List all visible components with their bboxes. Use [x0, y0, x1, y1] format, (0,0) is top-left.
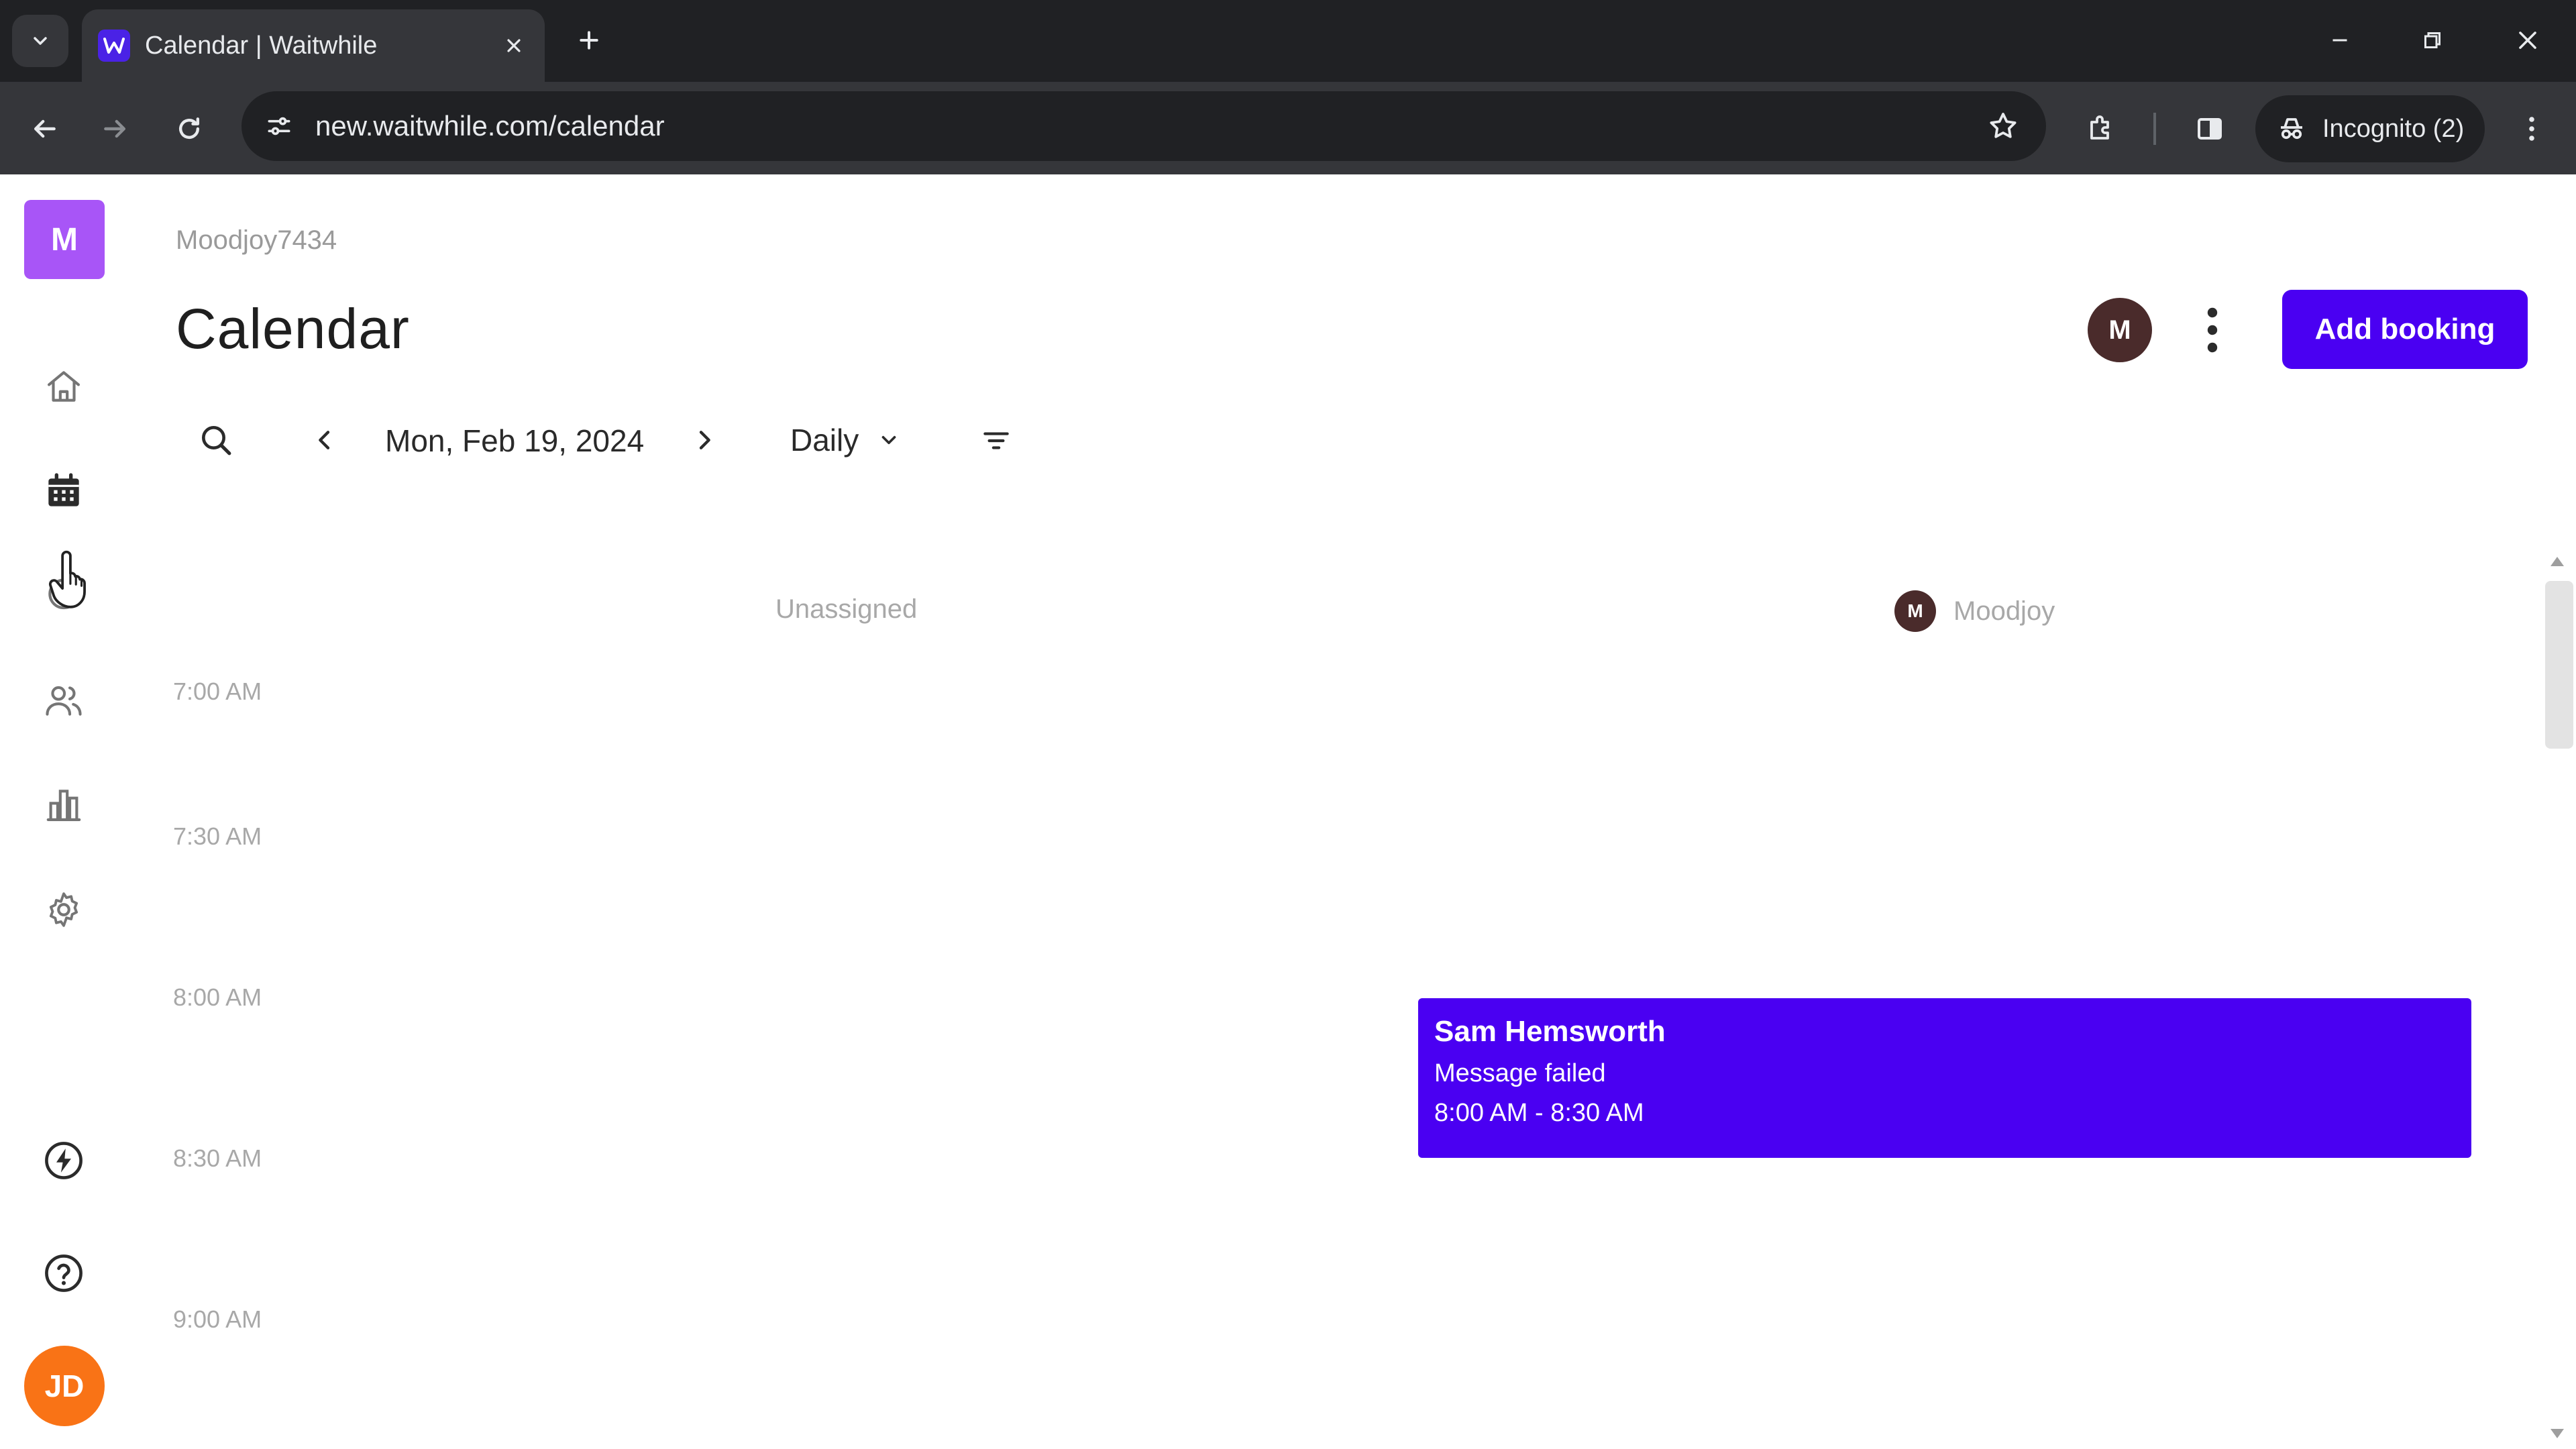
- previous-day-button[interactable]: [306, 419, 343, 462]
- star-icon: [1990, 113, 2017, 138]
- close-icon: [507, 39, 521, 52]
- close-icon: [2519, 32, 2536, 49]
- new-tab-button[interactable]: [568, 19, 610, 62]
- chevron-right-icon: [699, 431, 710, 449]
- time-label: 8:00 AM: [173, 983, 262, 1011]
- chevron-down-icon: [34, 37, 47, 45]
- incognito-icon: [2281, 118, 2302, 140]
- home-icon: [47, 371, 80, 402]
- tab-close-button[interactable]: [496, 28, 531, 63]
- more-options-button[interactable]: [2194, 298, 2231, 362]
- restore-button[interactable]: [2392, 12, 2473, 68]
- url-text: new.waitwhile.com/calendar: [315, 110, 665, 142]
- side-panel-icon: [2198, 118, 2222, 140]
- sidebar-item-home[interactable]: [32, 354, 96, 419]
- current-date[interactable]: Mon, Feb 19, 2024: [385, 421, 644, 460]
- hand-cursor-icon: [48, 550, 86, 608]
- extensions-button[interactable]: [2076, 103, 2127, 154]
- next-day-button[interactable]: [686, 419, 723, 462]
- app-sidebar: M JD: [0, 174, 127, 1449]
- column-header-moodjoy: M Moodjoy: [1894, 590, 2055, 632]
- time-label: 8:30 AM: [173, 1144, 262, 1172]
- sidebar-item-whats-new[interactable]: [32, 1128, 96, 1193]
- booking-card[interactable]: Sam Hemsworth Message failed 8:00 AM - 8…: [1418, 998, 2471, 1158]
- more-vertical-icon: [2529, 117, 2534, 141]
- more-vertical-icon: [2207, 307, 2218, 353]
- tab-title: Calendar | Waitwhile: [145, 32, 378, 60]
- site-info-button[interactable]: [256, 103, 302, 149]
- resource-avatar: M: [1894, 590, 1936, 632]
- page-title: Calendar: [176, 297, 410, 360]
- search-icon: [202, 426, 231, 455]
- chevron-down-icon: [881, 435, 896, 445]
- close-window-button[interactable]: [2487, 12, 2568, 68]
- help-icon: [45, 1254, 83, 1292]
- scroll-up-arrow[interactable]: [2551, 557, 2564, 566]
- column-header-unassigned: Unassigned: [775, 594, 918, 624]
- arrow-left-icon: [34, 119, 56, 138]
- back-button[interactable]: [19, 103, 70, 154]
- incognito-label: Incognito (2): [2322, 114, 2465, 143]
- time-label: 9:00 AM: [173, 1305, 262, 1333]
- org-switcher[interactable]: M: [24, 200, 105, 279]
- browser-tab-bar: Calendar | Waitwhile: [0, 0, 2576, 82]
- search-button[interactable]: [192, 416, 240, 464]
- restore-icon: [2424, 32, 2440, 48]
- sidebar-item-help[interactable]: [32, 1241, 96, 1305]
- time-label: 7:00 AM: [173, 678, 262, 705]
- booking-status: Message failed: [1434, 1059, 1606, 1087]
- minimize-button[interactable]: [2300, 12, 2380, 68]
- browser-menu-button[interactable]: [2506, 103, 2557, 154]
- time-label: 7:30 AM: [173, 822, 262, 850]
- toolbar-separator: [2153, 113, 2156, 145]
- reload-icon: [178, 117, 200, 140]
- tab-search-button[interactable]: [12, 15, 68, 67]
- bolt-icon: [45, 1142, 83, 1179]
- reload-button[interactable]: [164, 103, 215, 154]
- filter-button[interactable]: [974, 419, 1018, 463]
- filter-icon: [983, 432, 1009, 449]
- org-name: Moodjoy7434: [176, 225, 337, 255]
- add-booking-button[interactable]: Add booking: [2282, 290, 2528, 369]
- view-mode-select[interactable]: Daily: [790, 416, 918, 464]
- calendar-scrollbar[interactable]: [2541, 557, 2576, 1449]
- tune-icon: [268, 117, 290, 136]
- view-mode-label: Daily: [790, 423, 859, 458]
- scroll-down-arrow[interactable]: [2551, 1429, 2564, 1438]
- sidebar-item-customers[interactable]: [32, 668, 96, 733]
- plus-icon: [580, 31, 598, 50]
- bar-chart-icon: [46, 790, 81, 822]
- waitwhile-favicon-icon: [98, 30, 130, 62]
- minimize-icon: [2332, 39, 2347, 42]
- booking-time: 8:00 AM - 8:30 AM: [1434, 1099, 1644, 1127]
- arrow-right-icon: [104, 119, 126, 138]
- user-avatar[interactable]: JD: [24, 1346, 105, 1426]
- sidebar-item-settings[interactable]: [32, 877, 96, 942]
- puzzle-icon: [2090, 115, 2109, 140]
- account-avatar[interactable]: M: [2088, 298, 2152, 362]
- forward-button[interactable]: [90, 103, 141, 154]
- chevron-left-icon: [319, 431, 330, 449]
- incognito-indicator[interactable]: Incognito (2): [2255, 95, 2485, 162]
- bookmark-button[interactable]: [1979, 102, 2027, 150]
- scroll-thumb[interactable]: [2545, 581, 2573, 749]
- users-icon: [46, 686, 82, 716]
- sidebar-item-analytics[interactable]: [32, 773, 96, 837]
- booking-customer-name: Sam Hemsworth: [1434, 1015, 1666, 1048]
- resource-name: Moodjoy: [1953, 596, 2055, 626]
- browser-toolbar: new.waitwhile.com/calendar Incognito (2): [0, 82, 2576, 174]
- gear-icon: [49, 892, 78, 927]
- browser-tab-active[interactable]: Calendar | Waitwhile: [82, 9, 545, 82]
- sidebar-item-calendar[interactable]: [32, 459, 96, 523]
- calendar-icon: [48, 473, 79, 506]
- side-panel-button[interactable]: [2184, 103, 2235, 154]
- address-bar[interactable]: new.waitwhile.com/calendar: [241, 91, 2046, 161]
